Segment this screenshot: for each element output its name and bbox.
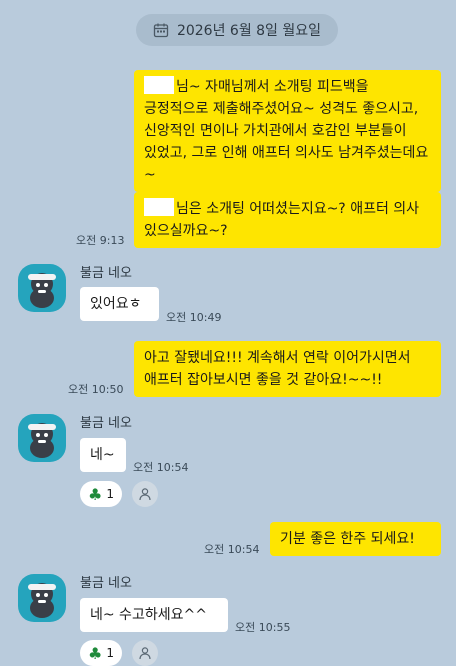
redacted-name	[144, 198, 174, 216]
message-text: 네~ 수고하세요^^	[90, 607, 207, 623]
message-time: 오전 10:55	[235, 621, 291, 634]
their-message[interactable]: 네~ 수고하세요^^	[80, 598, 228, 632]
add-reaction-button[interactable]	[132, 640, 158, 666]
message-text: 아고 잘됐네요!!! 계속해서 연락 이어가시면서 애프터 잡아보시면 좋을 것…	[144, 350, 411, 388]
person-icon	[139, 647, 151, 660]
my-message[interactable]: 아고 잘됐네요!!! 계속해서 연락 이어가시면서 애프터 잡아보시면 좋을 것…	[134, 341, 441, 397]
clover-icon: ♣	[88, 484, 103, 504]
reaction-count: 1	[106, 646, 114, 660]
message-text: 님은 소개팅 어떠셨는지요~? 애프터 의사 있으실까요~?	[144, 201, 420, 239]
their-message[interactable]: 있어요ㅎ	[80, 287, 159, 321]
calendar-icon	[153, 23, 169, 38]
my-message[interactable]: 님은 소개팅 어떠셨는지요~? 애프터 의사 있으실까요~?	[134, 192, 441, 248]
character-avatar-icon	[28, 423, 56, 458]
person-icon	[139, 488, 151, 501]
redacted-name	[144, 76, 174, 94]
avatar[interactable]	[18, 264, 66, 312]
character-avatar-icon	[28, 273, 56, 308]
my-message[interactable]: 기분 좋은 한주 되세요!	[270, 522, 441, 556]
my-message[interactable]: 님~ 자매님께서 소개팅 피드백을 긍정적으로 제출해주셨어요~ 성격도 좋으시…	[134, 70, 441, 192]
sender-name: 불금 네오	[80, 266, 132, 281]
character-avatar-icon	[28, 583, 56, 618]
message-time: 오전 9:13	[76, 234, 125, 247]
reaction-badge[interactable]: ♣ 1	[80, 481, 122, 507]
reaction-badge[interactable]: ♣ 1	[80, 640, 122, 666]
date-label: 2026년 6월 8일 월요일	[176, 23, 322, 39]
message-text: 기분 좋은 한주 되세요!	[280, 531, 415, 547]
sender-name: 불금 네오	[80, 416, 132, 431]
message-text: 님~ 자매님께서 소개팅 피드백을 긍정적으로 제출해주셨어요~ 성격도 좋으시…	[144, 79, 429, 183]
message-time: 오전 10:54	[133, 461, 189, 474]
clover-icon: ♣	[88, 643, 103, 663]
message-time: 오전 10:54	[204, 543, 260, 556]
sender-name: 불금 네오	[80, 576, 132, 591]
date-separator: 2026년 6월 8일 월요일	[136, 14, 338, 46]
avatar[interactable]	[18, 414, 66, 462]
avatar[interactable]	[18, 574, 66, 622]
message-text: 있어요ㅎ	[90, 296, 142, 312]
add-reaction-button[interactable]	[132, 481, 158, 507]
message-time: 오전 10:50	[68, 383, 124, 396]
their-message[interactable]: 네~	[80, 438, 126, 472]
reaction-count: 1	[106, 487, 114, 501]
message-text: 네~	[90, 447, 115, 463]
message-time: 오전 10:49	[166, 311, 222, 324]
